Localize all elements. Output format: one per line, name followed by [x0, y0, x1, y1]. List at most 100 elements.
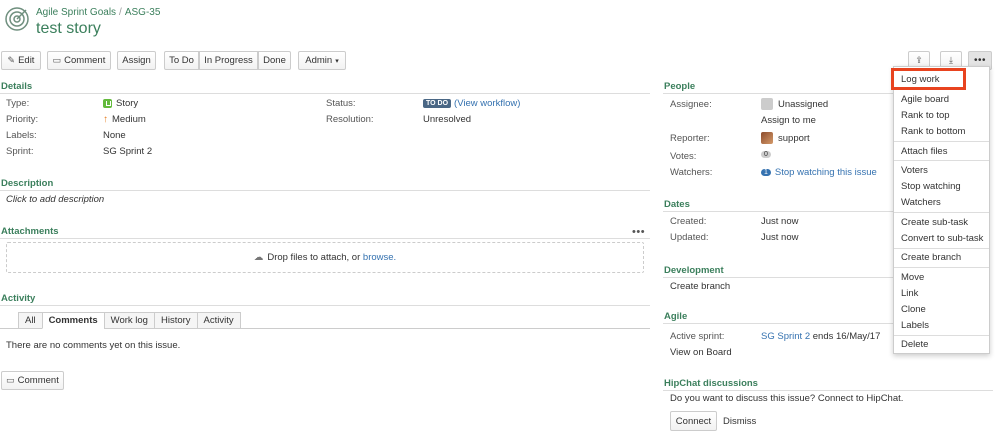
- created-label: Created:: [670, 216, 707, 227]
- people-heading[interactable]: People: [664, 81, 695, 92]
- dates-heading[interactable]: Dates: [664, 199, 690, 210]
- connect-button[interactable]: Connect: [670, 411, 717, 431]
- menu-item-create-sub-task[interactable]: Create sub-task: [901, 217, 968, 228]
- watchers-value[interactable]: 1 Stop watching this issue: [761, 167, 877, 178]
- menu-item-create-branch[interactable]: Create branch: [901, 252, 961, 263]
- menu-item-stop-watching[interactable]: Stop watching: [901, 181, 961, 192]
- attachments-heading[interactable]: Attachments: [1, 226, 59, 237]
- browse-link[interactable]: browse.: [363, 252, 396, 263]
- more-actions-menu: Log work Agile board Rank to top Rank to…: [893, 66, 990, 354]
- labels-value[interactable]: None: [103, 130, 126, 141]
- breadcrumb-separator: /: [119, 7, 122, 18]
- activity-tabs: All Comments Work log History Activity: [18, 312, 241, 329]
- sprint-value[interactable]: SG Sprint 2: [103, 146, 152, 157]
- sprint-link[interactable]: SG Sprint 2: [761, 331, 810, 342]
- tab-history[interactable]: History: [153, 312, 197, 329]
- created-value: Just now: [761, 216, 799, 227]
- edit-button[interactable]: ✎ Edit: [1, 51, 41, 70]
- reporter-label: Reporter:: [670, 133, 710, 144]
- assign-button[interactable]: Assign: [117, 51, 156, 70]
- priority-value[interactable]: ↑ Medium: [103, 114, 146, 125]
- watchers-label: Watchers:: [670, 167, 713, 178]
- connect-label: Connect: [675, 415, 712, 427]
- comment-label: Comment: [64, 55, 106, 66]
- view-workflow-link[interactable]: (View workflow): [454, 98, 520, 109]
- votes-label: Votes:: [670, 151, 697, 162]
- assignee-text: Unassigned: [778, 98, 829, 110]
- agile-heading[interactable]: Agile: [664, 311, 687, 322]
- stop-watching-link[interactable]: Stop watching this issue: [775, 167, 877, 178]
- development-heading[interactable]: Development: [664, 265, 724, 276]
- updated-value: Just now: [761, 232, 799, 243]
- story-icon: [103, 99, 112, 108]
- attachments-options-icon[interactable]: •••: [632, 226, 645, 238]
- menu-item-convert-to-sub-task[interactable]: Convert to sub-task: [901, 233, 983, 244]
- labels-label: Labels:: [6, 130, 37, 141]
- chevron-down-icon: ▾: [335, 57, 339, 65]
- done-button[interactable]: Done: [258, 51, 291, 70]
- breadcrumb: Agile Sprint Goals / ASG-35: [36, 7, 160, 18]
- comment-button[interactable]: ▭ Comment: [47, 51, 111, 70]
- menu-item-attach-files[interactable]: Attach files: [901, 146, 947, 157]
- reporter-value[interactable]: support: [761, 132, 810, 144]
- create-branch-link[interactable]: Create branch: [670, 281, 730, 292]
- type-value[interactable]: Story: [103, 98, 138, 109]
- watchers-badge: 1: [761, 169, 771, 176]
- description-heading[interactable]: Description: [1, 178, 53, 189]
- attachment-dropzone[interactable]: ☁ Drop files to attach, or browse.: [6, 242, 644, 273]
- people-divider: [663, 93, 893, 94]
- done-label: Done: [263, 55, 286, 66]
- breadcrumb-project[interactable]: Agile Sprint Goals: [36, 7, 116, 18]
- menu-item-voters[interactable]: Voters: [901, 165, 928, 176]
- cloud-upload-icon: ☁: [253, 252, 264, 263]
- votes-value[interactable]: 0: [761, 151, 771, 158]
- project-logo-icon[interactable]: [4, 6, 30, 32]
- tab-work-log[interactable]: Work log: [103, 312, 154, 329]
- todo-button[interactable]: To Do: [164, 51, 199, 70]
- menu-item-move[interactable]: Move: [901, 272, 924, 283]
- description-placeholder[interactable]: Click to add description: [6, 194, 104, 205]
- view-on-board-link[interactable]: View on Board: [670, 347, 732, 358]
- add-comment-button[interactable]: ▭ Comment: [1, 371, 64, 390]
- tab-comments[interactable]: Comments: [41, 312, 104, 329]
- in-progress-button[interactable]: In Progress: [199, 51, 258, 70]
- menu-separator: [894, 335, 989, 336]
- menu-item-delete[interactable]: Delete: [901, 339, 928, 350]
- menu-separator: [894, 267, 989, 268]
- menu-item-clone[interactable]: Clone: [901, 304, 926, 315]
- attachments-divider: [0, 238, 650, 239]
- menu-item-rank-to-bottom[interactable]: Rank to bottom: [901, 126, 965, 137]
- status-label: Status:: [326, 98, 356, 109]
- page-title[interactable]: test story: [36, 20, 101, 38]
- menu-item-rank-to-top[interactable]: Rank to top: [901, 110, 950, 121]
- activity-heading[interactable]: Activity: [1, 293, 35, 304]
- status-lozenge: TO DO: [423, 99, 452, 108]
- development-divider: [663, 277, 893, 278]
- menu-item-link[interactable]: Link: [901, 288, 918, 299]
- resolution-value: Unresolved: [423, 114, 472, 125]
- pencil-icon: ✎: [7, 55, 16, 65]
- assignee-value[interactable]: Unassigned: [761, 98, 828, 110]
- dismiss-link[interactable]: Dismiss: [723, 416, 756, 427]
- tab-all[interactable]: All: [18, 312, 42, 329]
- priority-label: Priority:: [6, 114, 39, 125]
- log-work-highlight: [891, 68, 966, 90]
- menu-item-watchers[interactable]: Watchers: [901, 197, 941, 208]
- assignee-label: Assignee:: [670, 99, 712, 110]
- breadcrumb-issue-key[interactable]: ASG-35: [125, 7, 161, 18]
- avatar: [761, 98, 773, 110]
- avatar: [761, 132, 773, 144]
- menu-item-labels[interactable]: Labels: [901, 320, 929, 331]
- admin-dropdown[interactable]: Admin ▾: [298, 51, 346, 70]
- type-label: Type:: [6, 98, 30, 109]
- hipchat-heading[interactable]: HipChat discussions: [664, 378, 758, 389]
- menu-item-agile-board[interactable]: Agile board: [901, 94, 949, 105]
- sprint-label: Sprint:: [6, 146, 34, 157]
- menu-separator: [894, 141, 989, 142]
- tab-activity[interactable]: Activity: [196, 312, 241, 329]
- details-heading[interactable]: Details: [1, 81, 32, 92]
- updated-label: Updated:: [670, 232, 709, 243]
- assign-to-me-link[interactable]: Assign to me: [761, 115, 816, 126]
- hipchat-divider: [663, 390, 993, 391]
- active-sprint-value: SG Sprint 2 ends 16/May/17: [761, 331, 880, 342]
